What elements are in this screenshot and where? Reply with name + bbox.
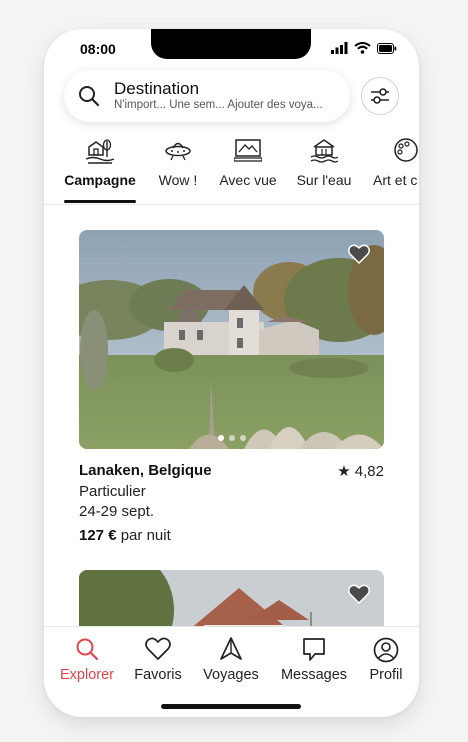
tab-messages[interactable]: Messages [278,627,350,687]
category-label: Sur l'eau [296,172,352,188]
view-icon [234,139,262,162]
listing-photo[interactable] [79,230,384,449]
category-row: Campagne Wow ! Avec vue Sur l'eau Art et… [44,133,419,205]
tab-label: Explorer [60,667,114,683]
search-title: Destination [114,79,200,98]
filter-icon [371,88,389,104]
phone-screen: 08:00 Destination N'import... Une sem...… [44,29,419,717]
listing-price: 127 € par nuit [79,527,171,544]
pagination-dot [217,435,224,441]
tab-label: Profil [369,667,403,683]
message-icon [303,638,325,661]
tab-voyages[interactable]: Voyages [198,627,264,687]
search-subtitle: N'import... Une sem... Ajouter des voya.… [114,99,323,111]
wifi-icon [354,42,371,54]
tab-explorer[interactable]: Explorer [54,627,120,687]
listing-image [79,230,384,449]
heart-icon [145,637,171,661]
tab-favoris[interactable]: Favoris [128,627,188,687]
search-bar[interactable]: Destination N'import... Une sem... Ajout… [64,70,350,122]
category-art[interactable]: Art et c [372,133,419,205]
category-label: Wow ! [158,172,198,188]
category-avec-vue[interactable]: Avec vue [216,133,280,205]
houseboat-icon [310,139,338,163]
search-icon [79,86,100,107]
photo-pagination-dots [79,435,384,441]
category-sur-leau[interactable]: Sur l'eau [292,133,356,205]
category-label: Campagne [64,172,136,188]
navigation-icon [220,637,242,660]
pagination-dot [239,435,246,441]
battery-icon [377,42,397,54]
listing-dates: 24-29 sept. [79,503,155,520]
home-indicator [161,704,301,709]
category-label: Avec vue [219,172,277,188]
status-time: 08:00 [80,41,116,57]
tab-profil[interactable]: Profil [358,627,414,687]
category-wow[interactable]: Wow ! [152,133,204,205]
listing-price-unit: par nuit [120,527,171,544]
category-campagne[interactable]: Campagne [62,133,138,205]
active-category-underline [64,200,136,203]
palette-icon [394,138,418,162]
filter-button[interactable] [361,77,399,115]
favorite-heart-icon[interactable] [348,244,370,264]
profile-icon [373,637,399,663]
listing-price-amount: 127 € [79,527,117,544]
favorite-heart-icon[interactable] [348,584,370,604]
tab-label: Voyages [203,667,259,683]
search-icon [76,638,99,661]
listing-location: Lanaken, Belgique [79,462,212,479]
ufo-icon [165,142,191,161]
listing-rating: ★ 4,82 [337,463,384,480]
countryside-icon [85,139,115,164]
status-icons [331,42,397,54]
signal-icon [331,42,348,54]
tab-label: Messages [280,667,348,683]
tab-label: Favoris [134,667,182,683]
pagination-dot [228,435,235,441]
category-label: Art et c [373,172,418,188]
notch [151,29,311,59]
listing-host-type: Particulier [79,483,146,500]
